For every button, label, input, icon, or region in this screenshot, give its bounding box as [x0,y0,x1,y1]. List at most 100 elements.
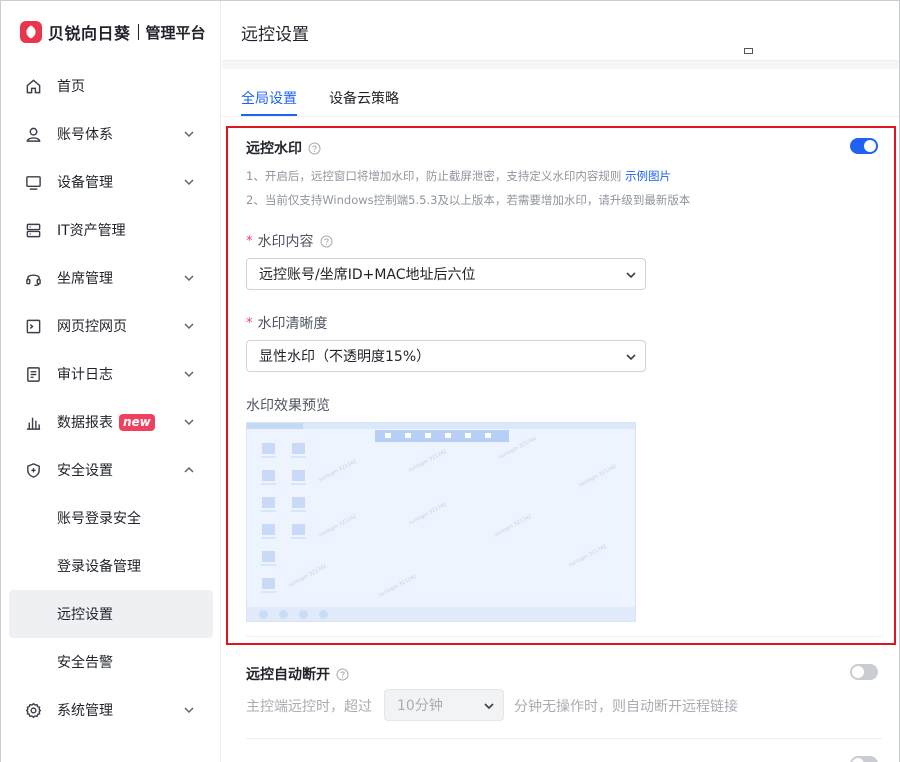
watermark-note-2: 2、当前仅支持Windows控制端5.5.3及以上版本，若需要增加水印，请升级到… [246,193,691,207]
shield-icon [24,461,42,479]
select-value: 10分钟 [397,698,443,714]
select-value: 远控账号/坐席ID+MAC地址后六位 [259,267,476,283]
sidebar: 贝锐向日葵 管理平台 首页 账号体系 设备管理 IT资产管理 坐席管理 网页控网… [1,1,221,762]
preview-label-text: 水印效果预览 [246,398,330,414]
watermark-title: 远控水印 [246,141,302,157]
help-icon[interactable] [308,142,321,155]
new-badge: new [119,413,155,431]
active-tab-indicator [241,114,297,116]
sidebar-item-home[interactable]: 首页 [9,62,213,110]
preview-desktop-icon [261,443,276,458]
help-icon[interactable] [336,668,349,681]
home-icon [24,77,42,95]
preview-desktop-icon [291,524,306,539]
sidebar-item-label: 设备管理 [57,175,113,191]
auto-disconnect-prefix: 主控端远控时，超过 [246,699,372,715]
chevron-down-icon [183,704,195,716]
sidebar-item-label: 审计日志 [57,367,113,383]
preview-label: 水印效果预览 [246,395,882,415]
sidebar-item-web-control[interactable]: 网页控网页 [9,302,213,350]
preview-desktop-icon [261,578,276,593]
terminal-icon [24,317,42,335]
monitor-icon [24,173,42,191]
watermark-preview-image: sunlogin 321342 sunlogin 321342 sunlogin… [246,422,636,622]
brand-subtitle: 管理平台 [145,23,206,42]
main-content: 远控设置 全局设置 设备云策略 远控水印 1、开启后，远控窗口将增加水印，防止截… [222,1,899,762]
sidebar-item-security[interactable]: 安全设置 [9,446,213,494]
watermark-clarity-label: * 水印清晰度 [246,313,882,333]
chevron-down-icon [183,416,195,428]
preview-desktop-icon [261,551,276,566]
preview-watermark-text: sunlogin 321342 [493,513,533,539]
chevron-up-icon [183,464,195,476]
bar-chart-icon [24,413,42,431]
example-image-link[interactable]: 示例图片 [625,169,671,183]
watermark-note-1: 1、开启后，远控窗口将增加水印，防止截屏泄密，支持定义水印内容规则 [246,169,622,183]
tab-device-cloud-policy[interactable]: 设备云策略 [329,88,399,108]
sidebar-subitem-login-devices[interactable]: 登录设备管理 [9,542,213,590]
watermark-clarity-select[interactable]: 显性水印（不透明度15%） [246,340,646,372]
app-window: 贝锐向日葵 管理平台 首页 账号体系 设备管理 IT资产管理 坐席管理 网页控网… [0,0,900,762]
preview-watermark-text: sunlogin 321342 [408,448,448,474]
sidebar-item-devices[interactable]: 设备管理 [9,158,213,206]
server-icon [24,221,42,239]
preview-desktop-icon [291,470,306,485]
sidebar-subitem-remote-settings[interactable]: 远控设置 [9,590,213,638]
brand-name: 贝锐向日葵 [48,24,131,43]
auto-disconnect-title: 远控自动断开 [246,667,330,683]
sidebar-item-agents[interactable]: 坐席管理 [9,254,213,302]
sidebar-item-audit-log[interactable]: 审计日志 [9,350,213,398]
gear-icon [24,701,42,719]
chevron-down-icon [183,368,195,380]
sidebar-item-label: 坐席管理 [57,271,113,287]
sidebar-item-it-assets[interactable]: IT资产管理 [9,206,213,254]
auto-disconnect-duration-select[interactable]: 10分钟 [384,689,504,721]
tab-bar: 全局设置 设备云策略 [222,69,899,117]
sidebar-item-label: 数据报表 [57,415,113,431]
preview-desktop-icon [291,497,306,512]
select-value: 显性水印（不透明度15%） [259,349,431,365]
watermark-content-label: * 水印内容 [246,231,882,251]
preview-watermark-text: sunlogin 321342 [288,563,328,589]
page-header: 远控设置 [222,1,899,61]
preview-watermark-text: sunlogin 321342 [578,463,618,489]
auto-disconnect-toggle[interactable] [850,664,878,680]
document-icon [24,365,42,383]
chevron-down-icon [183,272,195,284]
content-label-text: 水印内容 [257,234,314,250]
sunlogin-logo-icon [20,21,42,43]
required-asterisk: * [246,233,253,249]
sidebar-item-reports[interactable]: 数据报表 new [9,398,213,446]
sidebar-item-system[interactable]: 系统管理 [9,686,213,734]
sidebar-item-accounts[interactable]: 账号体系 [9,110,213,158]
preview-desktop-icon [261,524,276,539]
sidebar-item-label: 网页控网页 [57,319,127,335]
next-section-peek [246,756,882,762]
user-icon [24,125,42,143]
sidebar-subitem-security-alerts[interactable]: 安全告警 [9,638,213,686]
next-section-toggle[interactable] [850,756,878,762]
chevron-down-icon [483,700,495,712]
preview-watermark-text: sunlogin 321342 [318,513,358,539]
preview-watermark-text: sunlogin 321342 [408,501,448,527]
window-restore-icon[interactable] [744,48,753,54]
sidebar-subitem-login-security[interactable]: 账号登录安全 [9,494,213,542]
preview-toolbar [375,430,509,442]
watermark-content-select[interactable]: 远控账号/坐席ID+MAC地址后六位 [246,258,646,290]
section-divider [246,738,882,739]
help-icon[interactable] [320,235,333,248]
required-asterisk: * [246,315,253,331]
watermark-toggle[interactable] [850,138,878,154]
brand-logo[interactable]: 贝锐向日葵 管理平台 [20,19,206,45]
preview-watermark-text: sunlogin 321342 [568,543,608,569]
settings-panel: 全局设置 设备云策略 远控水印 1、开启后，远控窗口将增加水印，防止截屏泄密，支… [222,69,899,762]
chevron-down-icon [183,176,195,188]
auto-disconnect-suffix: 分钟无操作时，则自动断开远程链接 [514,699,738,715]
tab-global-settings[interactable]: 全局设置 [241,88,297,108]
toggle-knob [852,666,864,678]
sidebar-item-label: 首页 [57,79,85,95]
sidebar-nav: 首页 账号体系 设备管理 IT资产管理 坐席管理 网页控网页 审计日志 数据报表… [9,62,213,734]
preview-watermark-text: sunlogin 321342 [318,458,358,484]
preview-watermark-text: sunlogin 321342 [378,573,418,599]
chevron-down-icon [183,128,195,140]
